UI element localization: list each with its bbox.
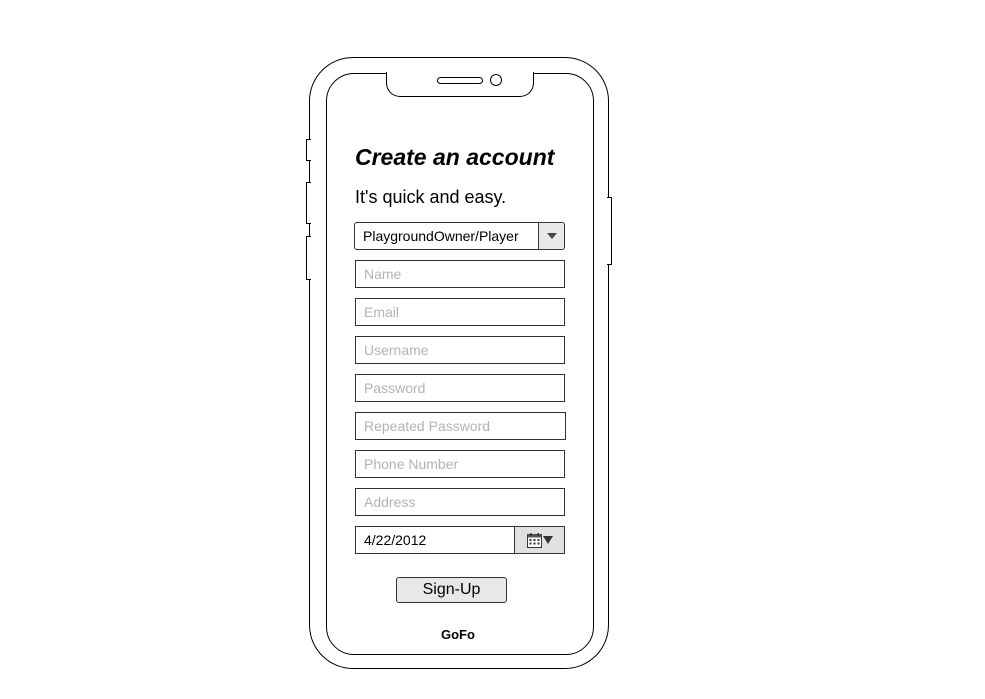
chevron-down-icon [542,536,553,544]
calendar-icon [526,532,542,548]
password-field[interactable] [355,374,565,402]
address-field[interactable] [355,488,565,516]
date-picker-button[interactable] [514,527,564,553]
phone-side-button-power [607,197,612,265]
page-subtitle: It's quick and easy. [355,187,507,207]
phone-side-button-mute [306,139,311,161]
phone-side-button-volume-up [306,182,311,224]
speaker-icon [437,77,483,84]
username-field[interactable] [355,336,565,364]
sign-up-button[interactable]: Sign-Up [396,577,507,603]
brand-label: GoFo [441,627,475,642]
phone-side-button-volume-down [306,236,311,280]
account-type-value: PlaygroundOwner/Player [363,228,519,244]
page-title: Create an account [355,144,555,170]
repeated-password-field[interactable] [355,412,566,440]
phone-number-field[interactable] [355,450,565,478]
email-field[interactable] [355,298,565,326]
name-field[interactable] [355,260,565,288]
date-picker[interactable]: 4/22/2012 [355,526,565,554]
date-value[interactable]: 4/22/2012 [356,527,514,553]
chevron-down-icon[interactable] [538,223,564,249]
account-type-select[interactable]: PlaygroundOwner/Player [354,222,565,250]
camera-icon [490,74,502,86]
